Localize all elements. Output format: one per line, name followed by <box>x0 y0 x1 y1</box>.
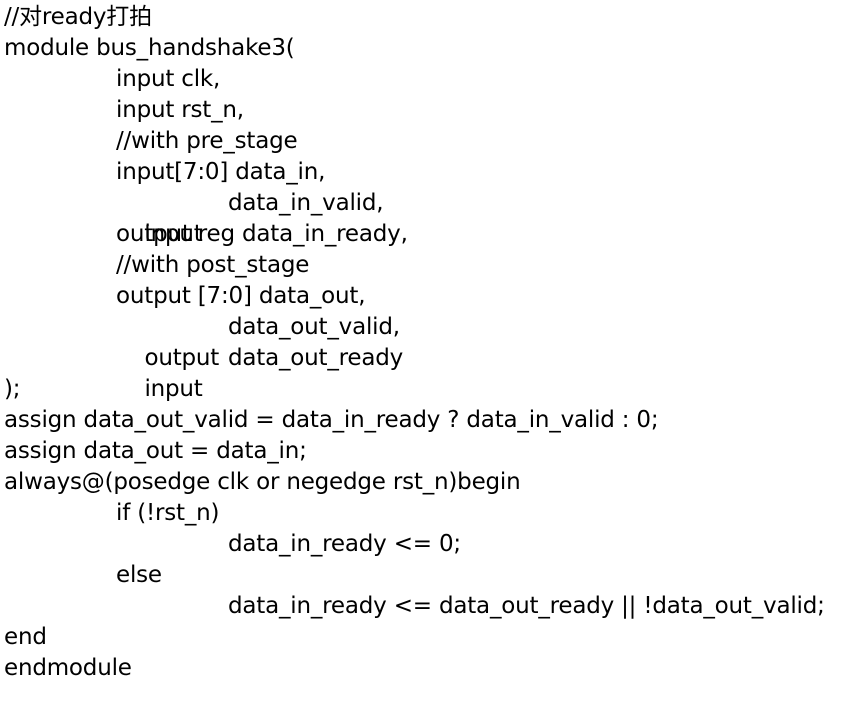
port-name: data_in_valid, <box>228 190 384 216</box>
reset-assignment: data_in_ready <= 0; <box>228 531 461 557</box>
comment-line: //对ready打拍 <box>4 4 152 30</box>
port-data-out-ready: input data_out_ready <box>4 343 844 402</box>
port-list-close: ); <box>4 376 21 402</box>
comment-pre-stage: //with pre_stage <box>116 128 298 154</box>
assign-data-out: assign data_out = data_in; <box>4 438 307 464</box>
else-statement: else <box>116 562 162 588</box>
if-statement: if (!rst_n) <box>116 500 220 526</box>
port-name: data_out_ready <box>228 345 404 371</box>
port-data-in-valid: input data_in_valid, <box>4 188 844 247</box>
port-data-out: output [7:0] data_out, <box>116 283 366 309</box>
always-block-header: always@(posedge clk or negedge rst_n)beg… <box>4 469 521 495</box>
end-keyword: end <box>4 624 47 650</box>
code-block: //对ready打拍 module bus_handshake3( input … <box>4 2 844 684</box>
assign-data-out-valid: assign data_out_valid = data_in_ready ? … <box>4 407 659 433</box>
module-declaration: module bus_handshake3( <box>4 35 295 61</box>
port-data-in-ready: output reg data_in_ready, <box>116 221 408 247</box>
port-rst-n: input rst_n, <box>116 97 244 123</box>
endmodule-keyword: endmodule <box>4 655 132 681</box>
port-clk: input clk, <box>116 66 221 92</box>
port-name: data_out_valid, <box>228 314 400 340</box>
port-data-out-valid: output data_out_valid, <box>4 312 844 371</box>
port-data-in: input[7:0] data_in, <box>116 159 326 185</box>
comment-post-stage: //with post_stage <box>116 252 310 278</box>
ready-assignment: data_in_ready <= data_out_ready || !data… <box>228 593 825 619</box>
